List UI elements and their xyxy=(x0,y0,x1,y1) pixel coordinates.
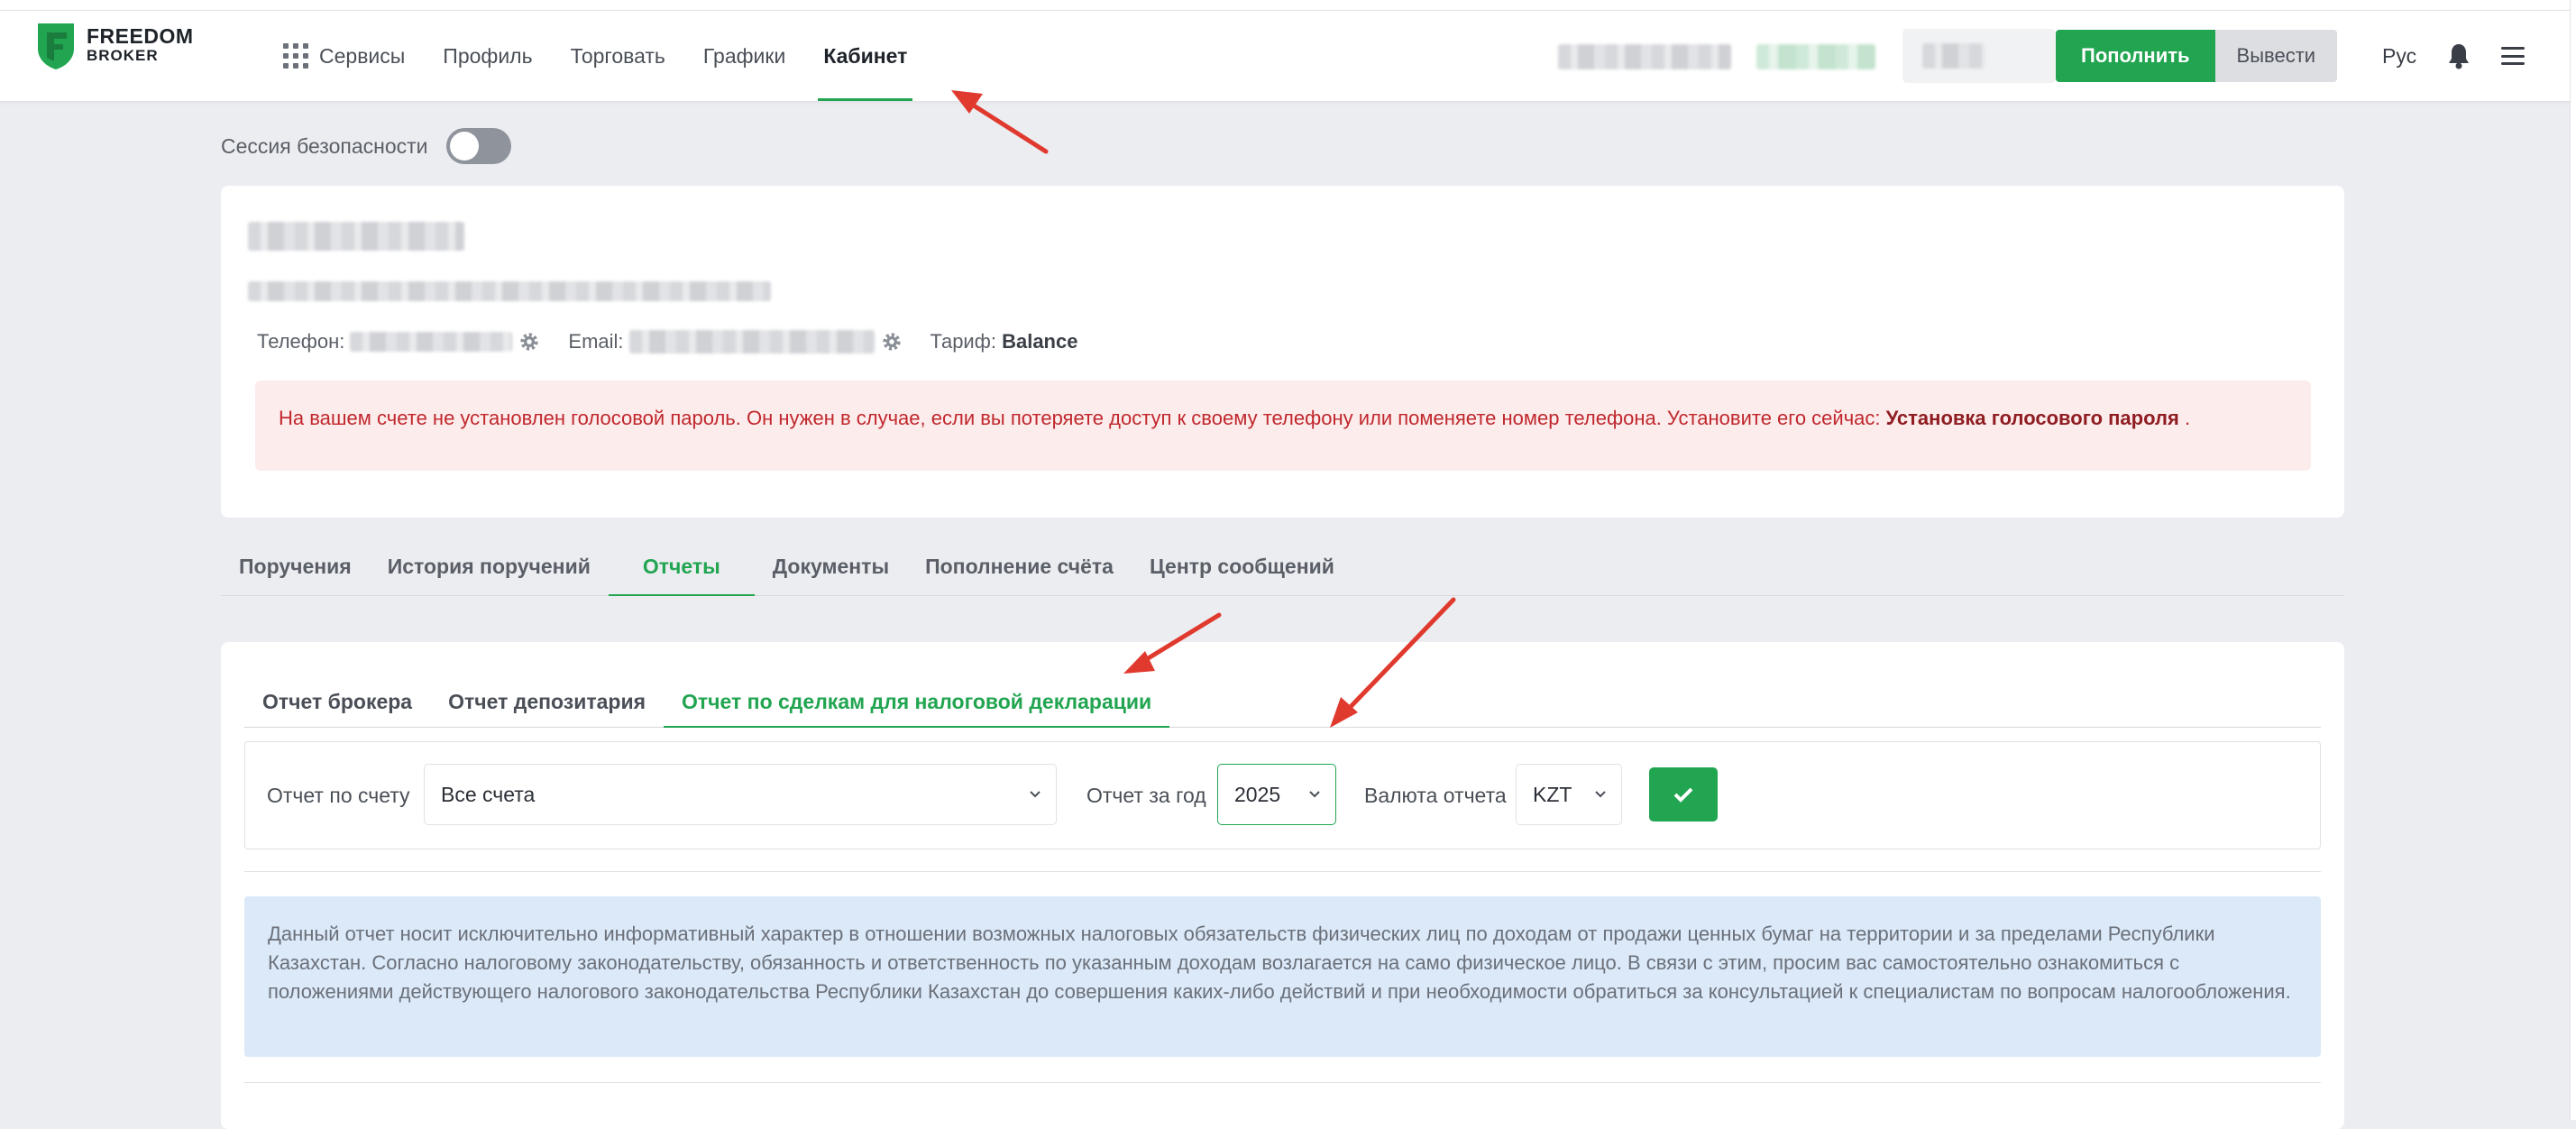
logo-line1: FREEDOM xyxy=(87,24,194,48)
voice-password-link[interactable]: Установка голосового пароля xyxy=(1886,407,2179,429)
tariff: Тариф: Balance xyxy=(930,330,1078,353)
divider xyxy=(244,1082,2321,1083)
tab-order-history[interactable]: История поручений xyxy=(370,555,609,595)
language-switch-wrap: Рус xyxy=(2382,11,2416,101)
tax-report-disclaimer: Данный отчет носит исключительно информа… xyxy=(244,896,2321,1057)
client-name-blurred xyxy=(248,222,464,251)
page-right-edge xyxy=(2570,0,2576,1120)
bell-icon[interactable] xyxy=(2447,42,2471,69)
currency-filter-label: Валюта отчета xyxy=(1364,783,1507,807)
year-select-value: 2025 xyxy=(1234,782,1281,806)
currency-select[interactable]: KZT xyxy=(1516,764,1622,825)
balance-blurred xyxy=(1558,44,1731,69)
tab-orders[interactable]: Поручения xyxy=(221,555,370,595)
account-number-blurred xyxy=(1922,43,1985,69)
nav-charts[interactable]: Графики xyxy=(703,11,785,101)
balance-change-blurred xyxy=(1756,44,1875,69)
grid-icon xyxy=(283,43,308,69)
email-blurred xyxy=(628,330,875,353)
phone-label: Телефон: xyxy=(257,330,345,353)
security-session-label: Сессия безопасности xyxy=(221,133,428,158)
gear-icon[interactable] xyxy=(519,332,539,352)
nav-services-label: Сервисы xyxy=(319,43,406,68)
account-selector[interactable] xyxy=(1902,29,2056,83)
chevron-down-icon xyxy=(1030,791,1040,798)
subtab-tax-declaration-report[interactable]: Отчет по сделкам для налоговой деклараци… xyxy=(664,690,1170,728)
language-switch[interactable]: Рус xyxy=(2382,44,2416,69)
profile-card: Телефон: Email: Тариф: Balance На вашем … xyxy=(221,186,2344,518)
report-subtabs: Отчет брокера Отчет депозитария Отчет по… xyxy=(244,682,2321,728)
account-select-value: Все счета xyxy=(441,782,536,806)
nav-trade[interactable]: Торговать xyxy=(571,11,665,101)
client-address-blurred xyxy=(248,281,771,301)
subtab-depository-report[interactable]: Отчет депозитария xyxy=(430,690,664,727)
contacts-row: Телефон: Email: Тариф: Balance xyxy=(257,330,1077,353)
alert-end: . xyxy=(2184,407,2191,429)
apply-filters-button[interactable] xyxy=(1649,767,1718,822)
subtab-broker-report[interactable]: Отчет брокера xyxy=(244,690,430,727)
top-strip xyxy=(0,0,2576,11)
main-nav: Сервисы Профиль Торговать Графики Кабине… xyxy=(283,11,945,101)
tab-account-topup[interactable]: Пополнение счёта xyxy=(907,555,1132,595)
freedom-broker-logo[interactable]: FREEDOM BROKER xyxy=(36,20,194,72)
gear-icon[interactable] xyxy=(882,332,902,352)
reports-card: Отчет брокера Отчет депозитария Отчет по… xyxy=(221,642,2344,1129)
logo-line2: BROKER xyxy=(87,47,159,64)
funds-actions: Пополнить Вывести xyxy=(2056,11,2338,101)
tariff-value: Balance xyxy=(1002,330,1078,353)
menu-wrap xyxy=(2501,11,2525,101)
account-select[interactable]: Все счета xyxy=(424,764,1057,825)
check-icon xyxy=(1673,787,1693,803)
arrow-to-cabinet xyxy=(964,98,1049,154)
email-label: Email: xyxy=(568,330,624,353)
currency-select-value: KZT xyxy=(1533,782,1572,806)
security-session-toggle[interactable] xyxy=(445,128,511,164)
withdraw-button[interactable]: Вывести xyxy=(2214,30,2338,82)
cabinet-tabs: Поручения История поручений Отчеты Докум… xyxy=(221,541,2344,596)
tab-reports[interactable]: Отчеты xyxy=(608,555,755,596)
divider xyxy=(244,871,2321,872)
tab-documents[interactable]: Документы xyxy=(755,555,907,595)
logo-shield-icon xyxy=(38,23,74,69)
tariff-label: Тариф: xyxy=(930,330,996,353)
nav-cabinet[interactable]: Кабинет xyxy=(818,11,913,101)
phone-blurred xyxy=(350,332,513,352)
report-filters: Отчет по счету Все счета Отчет за год 20… xyxy=(244,741,2321,849)
year-filter-label: Отчет за год xyxy=(1086,783,1206,807)
tab-message-center[interactable]: Центр сообщений xyxy=(1132,555,1352,595)
chevron-down-icon xyxy=(1309,791,1320,798)
nav-profile[interactable]: Профиль xyxy=(443,11,532,101)
security-session: Сессия безопасности xyxy=(221,128,511,164)
voice-password-alert: На вашем счете не установлен голосовой п… xyxy=(255,381,2311,471)
year-select[interactable]: 2025 xyxy=(1217,764,1336,825)
logo-wordmark: FREEDOM BROKER xyxy=(87,24,194,65)
bell-wrap xyxy=(2447,11,2471,101)
nav-services[interactable]: Сервисы xyxy=(283,11,405,101)
menu-icon[interactable] xyxy=(2501,47,2525,65)
chevron-down-icon xyxy=(1595,791,1606,798)
account-filter-label: Отчет по счету xyxy=(267,783,410,807)
topup-button[interactable]: Пополнить xyxy=(2056,30,2215,82)
alert-text: На вашем счете не установлен голосовой п… xyxy=(279,407,1881,429)
